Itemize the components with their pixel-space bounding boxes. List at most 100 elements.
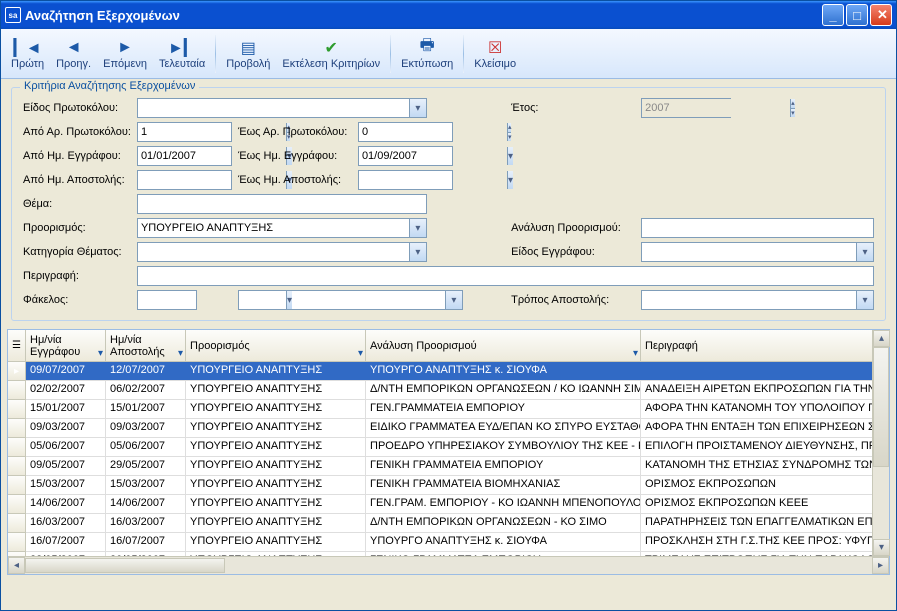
close-button[interactable]: ☒Κλείσιμο bbox=[468, 31, 522, 77]
to-no-spinner[interactable]: ▴▾ bbox=[507, 123, 512, 141]
table-row[interactable]: 09/03/200709/03/2007ΥΠΟΥΡΓΕΙΟ ΑΝΑΠΤΥΞΗΣΕ… bbox=[8, 419, 889, 438]
calendar-icon[interactable]: ▾ bbox=[507, 171, 513, 189]
dropdown-icon[interactable]: ▾ bbox=[856, 291, 873, 309]
cell: 12/07/2007 bbox=[106, 362, 186, 380]
label-subject: Θέμα: bbox=[20, 192, 134, 216]
view-icon: ▤ bbox=[241, 38, 256, 58]
cell: 29/05/2007 bbox=[106, 457, 186, 475]
desc-input[interactable] bbox=[138, 267, 873, 285]
cell: ΥΠΟΥΡΓΟ ΑΝΑΠΤΥΞΗΣ κ. ΣΙΟΥΦΑ bbox=[366, 533, 641, 551]
label-folder: Φάκελος: bbox=[20, 288, 134, 312]
to-send-input[interactable] bbox=[359, 171, 507, 189]
cell: ΑΦΟΡΑ ΤΗΝ ΕΝΤΑΞΗ ΤΩΝ ΕΠΙΧΕΙΡΗΣΕΩΝ ΣΤΑ ΣΥ… bbox=[641, 419, 873, 437]
col-header-desc[interactable]: Περιγραφή bbox=[641, 330, 873, 361]
row-indicator bbox=[8, 552, 26, 556]
filter-icon[interactable]: ▾ bbox=[178, 348, 183, 359]
cell: ΥΠΟΥΡΓΕΙΟ ΑΝΑΠΤΥΞΗΣ bbox=[186, 419, 366, 437]
label-doc-type: Είδος Εγγράφου: bbox=[508, 240, 638, 264]
dropdown-icon[interactable]: ▾ bbox=[409, 99, 426, 117]
cell: ΥΠΟΥΡΓΕΙΟ ΑΝΑΠΤΥΞΗΣ bbox=[186, 457, 366, 475]
dest-input[interactable] bbox=[138, 219, 409, 237]
last-button[interactable]: ►▎Τελευταία bbox=[153, 31, 211, 77]
horizontal-scrollbar[interactable]: ◂ ▸ bbox=[8, 556, 889, 574]
cell: 14/06/2007 bbox=[26, 495, 106, 513]
cell: 14/06/2007 bbox=[106, 495, 186, 513]
prev-button[interactable]: ◄Προηγ. bbox=[50, 31, 97, 77]
table-row[interactable]: 15/03/200715/03/2007ΥΠΟΥΡΓΕΙΟ ΑΝΑΠΤΥΞΗΣΓ… bbox=[8, 476, 889, 495]
cell: ΥΠΟΥΡΓΕΙΟ ΑΝΑΠΤΥΞΗΣ bbox=[186, 381, 366, 399]
scroll-thumb[interactable] bbox=[25, 558, 225, 573]
first-button[interactable]: ▎◄Πρώτη bbox=[5, 31, 50, 77]
next-icon: ► bbox=[117, 38, 133, 58]
cell: ΥΠΟΥΡΓΕΙΟ ΑΝΑΠΤΥΞΗΣ bbox=[186, 495, 366, 513]
proto-type-input[interactable] bbox=[138, 99, 409, 117]
print-icon: 🖶 bbox=[420, 38, 435, 58]
scroll-thumb[interactable] bbox=[873, 347, 889, 467]
next-button[interactable]: ►Επόμενη bbox=[97, 31, 153, 77]
cell: 09/03/2007 bbox=[26, 419, 106, 437]
subject-input[interactable] bbox=[138, 195, 426, 213]
dropdown-icon[interactable]: ▾ bbox=[856, 243, 873, 261]
row-indicator bbox=[8, 533, 26, 552]
cell: ΓΕΝ.ΓΡΑΜΜΑΤΕΙΑ ΕΜΠΟΡΙΟΥ bbox=[366, 400, 641, 418]
col-header-dest[interactable]: Προορισμός▾ bbox=[186, 330, 366, 361]
folder2-input[interactable] bbox=[239, 291, 445, 309]
filter-icon[interactable]: ▾ bbox=[633, 348, 638, 359]
view-button[interactable]: ▤Προβολή bbox=[220, 31, 276, 77]
table-row[interactable]: 16/07/200716/07/2007ΥΠΟΥΡΓΕΙΟ ΑΝΑΠΤΥΞΗΣΥ… bbox=[8, 533, 889, 552]
send-mode-input[interactable] bbox=[642, 291, 856, 309]
filter-icon[interactable]: ▾ bbox=[98, 348, 103, 359]
table-row[interactable]: ▸09/07/200712/07/2007ΥΠΟΥΡΓΕΙΟ ΑΝΑΠΤΥΞΗΣ… bbox=[8, 362, 889, 381]
table-row[interactable]: 16/03/200716/03/2007ΥΠΟΥΡΓΕΙΟ ΑΝΑΠΤΥΞΗΣΔ… bbox=[8, 514, 889, 533]
cell: 30/05/2007 bbox=[106, 552, 186, 556]
run-criteria-button[interactable]: ✔Εκτέλεση Κριτηρίων bbox=[276, 31, 386, 77]
cell: 16/07/2007 bbox=[26, 533, 106, 551]
row-indicator bbox=[8, 514, 26, 533]
maximize-button[interactable]: □ bbox=[846, 4, 868, 26]
dropdown-icon[interactable]: ▾ bbox=[409, 219, 426, 237]
calendar-icon[interactable]: ▾ bbox=[507, 147, 513, 165]
doc-type-input[interactable] bbox=[642, 243, 856, 261]
close-window-button[interactable]: ✕ bbox=[870, 4, 892, 26]
dropdown-icon[interactable]: ▾ bbox=[409, 243, 426, 261]
table-row[interactable]: 02/02/200706/02/2007ΥΠΟΥΡΓΕΙΟ ΑΝΑΠΤΥΞΗΣΔ… bbox=[8, 381, 889, 400]
filter-icon[interactable]: ▾ bbox=[358, 348, 363, 359]
scroll-down-icon[interactable]: ▾ bbox=[873, 539, 890, 556]
scroll-right-icon[interactable]: ▸ bbox=[872, 557, 889, 574]
subj-cat-input[interactable] bbox=[138, 243, 409, 261]
col-header-date-doc[interactable]: Ημ/νία Εγγράφου▾ bbox=[26, 330, 106, 361]
table-row[interactable]: 05/06/200705/06/2007ΥΠΟΥΡΓΕΙΟ ΑΝΑΠΤΥΞΗΣΠ… bbox=[8, 438, 889, 457]
cell: 23/05/2007 bbox=[26, 552, 106, 556]
print-button[interactable]: 🖶Εκτύπωση bbox=[395, 31, 459, 77]
cell: 06/02/2007 bbox=[106, 381, 186, 399]
cell: ΠΑΡΑΤΗΡΗΣΕΙΣ ΤΩΝ ΕΠΑΓΓΕΛΜΑΤΙΚΩΝ ΕΠΙΜΕΛΗ bbox=[641, 514, 873, 532]
vertical-scrollbar[interactable]: ▴ ▾ bbox=[872, 330, 889, 556]
col-header-date-send[interactable]: Ημ/νία Αποστολής▾ bbox=[106, 330, 186, 361]
dropdown-icon[interactable]: ▾ bbox=[445, 291, 462, 309]
label-dest-analysis: Ανάλυση Προορισμού: bbox=[508, 216, 638, 240]
row-indicator bbox=[8, 381, 26, 400]
table-row[interactable]: 15/01/200715/01/2007ΥΠΟΥΡΓΕΙΟ ΑΝΑΠΤΥΞΗΣΓ… bbox=[8, 400, 889, 419]
dest-analysis-input[interactable] bbox=[642, 219, 873, 237]
year-spinner[interactable]: ▴▾ bbox=[790, 99, 795, 117]
table-row[interactable]: 14/06/200714/06/2007ΥΠΟΥΡΓΕΙΟ ΑΝΑΠΤΥΞΗΣΓ… bbox=[8, 495, 889, 514]
table-row[interactable]: 23/05/200730/05/2007ΥΠΟΥΡΓΕΙΟ ΑΝΑΠΤΥΞΗΣΓ… bbox=[8, 552, 889, 556]
to-no-input[interactable] bbox=[359, 123, 507, 141]
cell bbox=[641, 362, 873, 380]
cell: ΠΡΟΕΔΡΟ ΥΠΗΡΕΣΙΑΚΟΥ ΣΥΜΒΟΥΛΙΟΥ ΤΗΣ ΚΕΕ -… bbox=[366, 438, 641, 456]
to-doc-input[interactable] bbox=[359, 147, 507, 165]
cell: 05/06/2007 bbox=[26, 438, 106, 456]
cell: ΓΕΝΙΚΗ ΓΡΑΜΜΑΤΕΙΑ ΕΜΠΟΡΙΟΥ bbox=[366, 457, 641, 475]
row-indicator bbox=[8, 476, 26, 495]
minimize-button[interactable]: _ bbox=[822, 4, 844, 26]
cell: Δ/ΝΤΗ ΕΜΠΟΡΙΚΩΝ ΟΡΓΑΝΩΣΕΩΝ / ΚΟ ΙΩΑΝΝΗ Σ… bbox=[366, 381, 641, 399]
col-header-analysis[interactable]: Ανάλυση Προορισμού▾ bbox=[366, 330, 641, 361]
cell: 15/03/2007 bbox=[26, 476, 106, 494]
row-indicator bbox=[8, 400, 26, 419]
cell: 15/01/2007 bbox=[106, 400, 186, 418]
scroll-left-icon[interactable]: ◂ bbox=[8, 557, 25, 574]
table-row[interactable]: 09/05/200729/05/2007ΥΠΟΥΡΓΕΙΟ ΑΝΑΠΤΥΞΗΣΓ… bbox=[8, 457, 889, 476]
scroll-up-icon[interactable]: ▴ bbox=[873, 330, 890, 347]
cell: ΕΠΙΛΟΓΗ ΠΡΟΙΣΤΑΜΕΝΟΥ ΔΙΕΥΘΥΝΣΗΣ, ΠΡΟΙΣΤ bbox=[641, 438, 873, 456]
row-selector-header[interactable]: ☰ bbox=[8, 330, 26, 362]
